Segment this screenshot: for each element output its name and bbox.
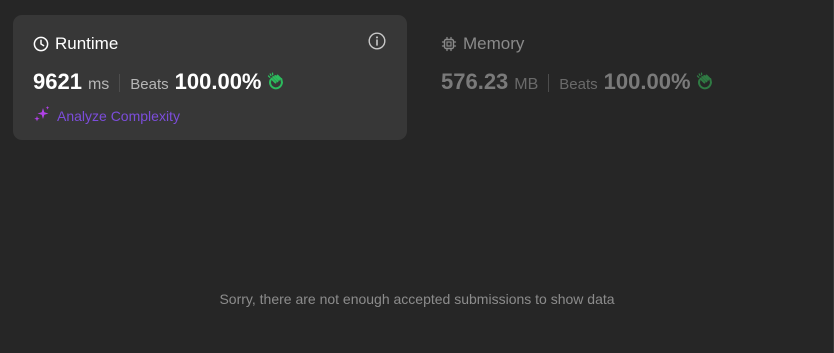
- memory-value: 576.23: [441, 69, 509, 94]
- analyze-complexity-label: Analyze Complexity: [57, 107, 180, 124]
- memory-beats-percent: 100.00%: [603, 69, 691, 94]
- runtime-stats: 9621 ms Beats 100.00%: [33, 69, 387, 97]
- memory-title: Memory: [463, 34, 525, 53]
- memory-card[interactable]: Memory 576.23 MB Beats 100.00%: [421, 15, 815, 140]
- clap-icon: [266, 71, 286, 96]
- divider: [119, 74, 121, 92]
- clock-icon: [33, 36, 49, 52]
- memory-stats: 576.23 MB Beats 100.00%: [441, 69, 795, 97]
- memory-header: Memory: [441, 33, 795, 55]
- runtime-beats-label: Beats: [130, 76, 169, 93]
- submission-stats-panel: Runtime 9621 ms Beats 100.00% Analyze Co…: [0, 0, 834, 353]
- runtime-beats-percent: 100.00%: [174, 69, 262, 94]
- runtime-title: Runtime: [55, 34, 119, 53]
- insufficient-data-message: Sorry, there are not enough accepted sub…: [219, 291, 615, 307]
- info-icon[interactable]: [367, 31, 387, 51]
- runtime-header: Runtime: [33, 33, 387, 55]
- stats-cards: Runtime 9621 ms Beats 100.00% Analyze Co…: [13, 15, 815, 140]
- memory-unit: MB: [514, 76, 539, 93]
- divider: [548, 74, 550, 92]
- clap-icon: [695, 71, 715, 96]
- chip-icon: [441, 36, 457, 52]
- runtime-card[interactable]: Runtime 9621 ms Beats 100.00% Analyze Co…: [13, 15, 407, 140]
- analyze-complexity-link[interactable]: Analyze Complexity: [33, 105, 387, 126]
- sparkle-icon: [33, 105, 51, 126]
- memory-beats-label: Beats: [559, 76, 598, 93]
- runtime-unit: ms: [87, 76, 110, 93]
- runtime-value: 9621: [33, 69, 82, 94]
